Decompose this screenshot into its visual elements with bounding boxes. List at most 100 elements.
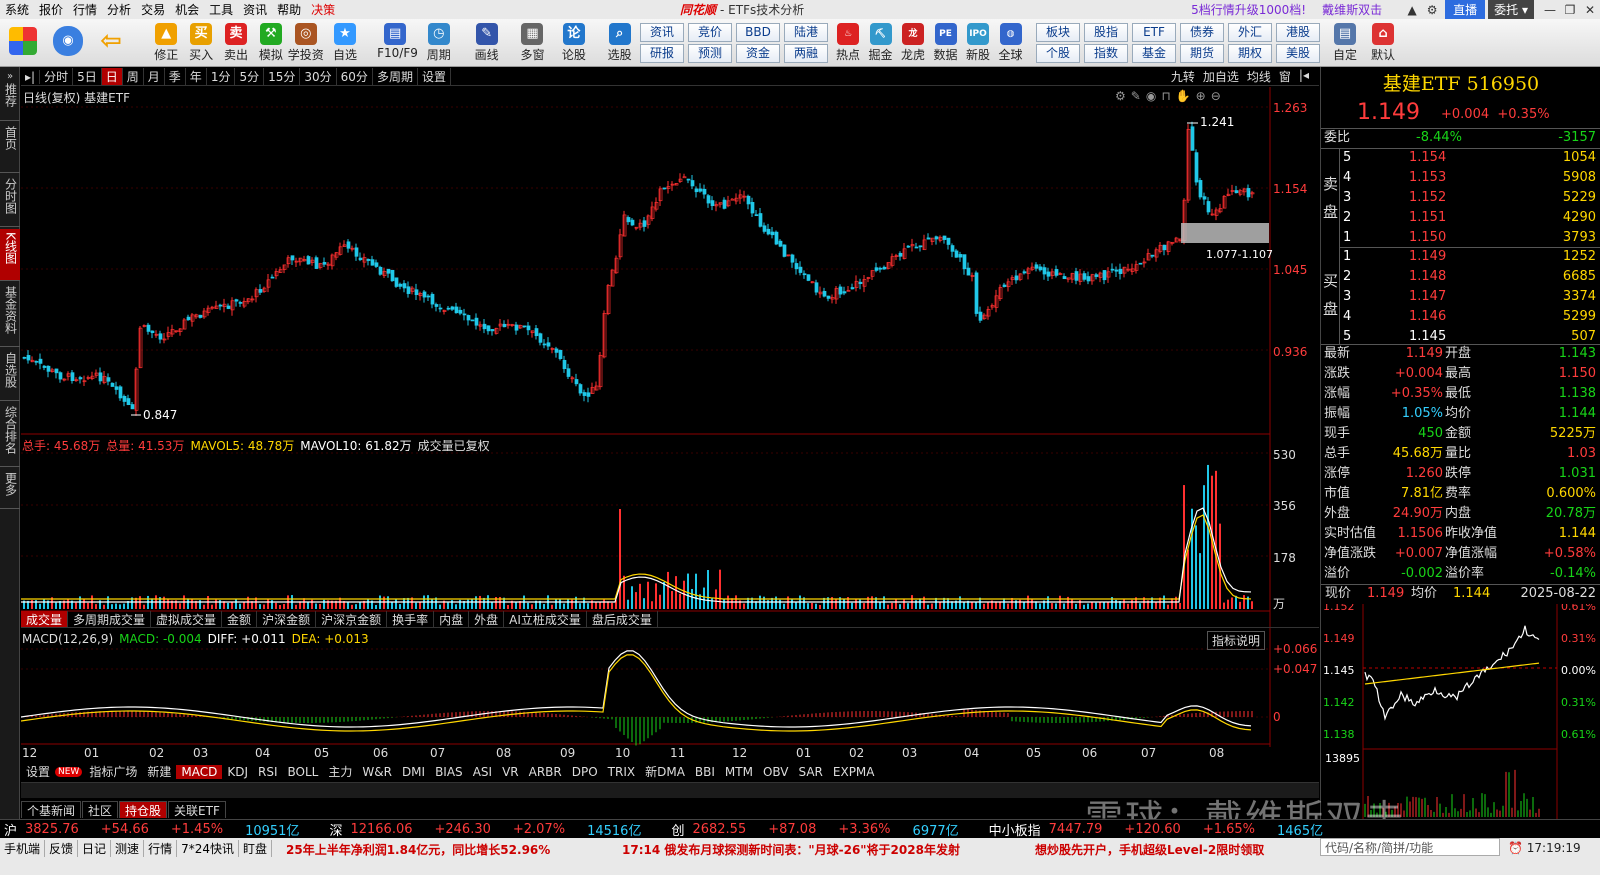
period-0[interactable]: 分时	[40, 68, 74, 85]
bid-price[interactable]: 1.149	[1409, 247, 1446, 267]
grid-btn-us[interactable]: 美股	[1276, 44, 1320, 63]
news-ticker-2[interactable]: 17:14 俄发布月球探测新时间表："月球-26"将于2028年发射	[622, 841, 960, 858]
toolbar-button2-3[interactable]: PE 数据	[930, 23, 962, 65]
status-item-2[interactable]: 日记	[78, 840, 112, 857]
leftnav-more[interactable]: 更多	[0, 469, 20, 509]
indicator-tab-7[interactable]: BIAS	[430, 765, 468, 779]
indicator-tab-4[interactable]: 主力	[323, 763, 357, 780]
create-indicator[interactable]: 新建	[142, 763, 176, 780]
indicator-tab-3[interactable]: BOLL	[283, 765, 324, 779]
menu-quote[interactable]: 报价	[34, 1, 68, 18]
zoom-out-icon[interactable]: ⊖	[1211, 89, 1226, 103]
menu-news[interactable]: 资讯	[238, 1, 272, 18]
leftnav-home[interactable]: 首页	[0, 123, 20, 173]
layout-icon[interactable]	[6, 23, 40, 65]
username[interactable]: 戴维斯双击	[1322, 1, 1382, 18]
back-button[interactable]: ⇦	[96, 23, 126, 65]
menu-decision[interactable]: 决策	[306, 1, 340, 18]
period-12[interactable]: 多周期	[373, 68, 418, 85]
grid-btn-bond[interactable]: 债券	[1180, 23, 1224, 42]
robot-icon[interactable]: ◉	[48, 23, 88, 65]
ask-price[interactable]: 1.154	[1409, 148, 1446, 168]
period-6[interactable]: 年	[186, 68, 207, 85]
toolbar-button-5[interactable]: ★ 自选	[327, 23, 363, 65]
toolbar-button2-1[interactable]: ⛏ 掘金	[865, 23, 897, 65]
grid-btn-news[interactable]: 资讯	[640, 23, 684, 42]
grid-btn-index-futures[interactable]: 股指	[1084, 23, 1128, 42]
indicator-tab-2[interactable]: RSI	[253, 765, 283, 779]
ask-price[interactable]: 1.152	[1409, 188, 1446, 208]
promo-link[interactable]: 5档行情升级1000档!	[1191, 1, 1306, 18]
search-input[interactable]: 代码/名称/简拼/功能	[1320, 838, 1500, 856]
live-button[interactable]: 直播	[1445, 0, 1486, 19]
grid-btn-etf[interactable]: ETF	[1132, 23, 1176, 42]
chart-area[interactable]	[21, 87, 1320, 763]
leftnav-timeshare[interactable]: 分时图	[0, 175, 20, 227]
period-4[interactable]: 月	[144, 68, 165, 85]
maximize-icon[interactable]: ❐	[1563, 3, 1577, 17]
volume-subtab-0[interactable]: 成交量	[21, 611, 69, 627]
leftnav-ranking[interactable]: 综合排名	[0, 403, 20, 467]
collapse-icon[interactable]: ▸|	[21, 69, 41, 84]
toolbar-button2-5[interactable]: ◍ 全球	[995, 23, 1027, 65]
toolbar-button-8[interactable]: ✎ 画线	[469, 23, 505, 65]
period-11[interactable]: 60分	[337, 68, 373, 85]
toolbar-button-6[interactable]: ▤ F10/F9	[377, 23, 418, 65]
grid-btn-research[interactable]: 研报	[640, 44, 684, 63]
bid-price[interactable]: 1.148	[1409, 267, 1446, 287]
status-item-6[interactable]: 盯盘	[239, 840, 272, 857]
indicator-tab-9[interactable]: VR	[497, 765, 524, 779]
toolbar-button-10[interactable]: 论论股	[556, 23, 592, 65]
toolbar-button-4[interactable]: ◎ 学投资	[288, 23, 324, 65]
grid-btn-connect[interactable]: 陆港	[784, 23, 828, 42]
menu-market[interactable]: 行情	[68, 1, 102, 18]
bid-price[interactable]: 1.146	[1409, 307, 1446, 327]
period-3[interactable]: 周	[123, 68, 144, 85]
expand-icon[interactable]: |◂	[1295, 68, 1313, 85]
period-13[interactable]: 设置	[418, 68, 451, 85]
grid-btn-forex[interactable]: 外汇	[1228, 23, 1272, 42]
bid-price[interactable]: 1.147	[1409, 287, 1446, 307]
toolbar-button2-4[interactable]: IPO 新股	[962, 23, 994, 65]
grid-btn-sector[interactable]: 板块	[1036, 23, 1080, 42]
grid-btn-bbd[interactable]: BBD	[736, 23, 780, 42]
volume-subtab-2[interactable]: 虚拟成交量	[151, 611, 223, 627]
toolbar-button2-0[interactable]: ♨ 热点	[832, 23, 864, 65]
leftnav-recommend[interactable]: » 推荐	[0, 67, 20, 121]
indicator-tab-11[interactable]: DPO	[567, 765, 603, 779]
status-item-4[interactable]: 行情	[144, 840, 178, 857]
grid-btn-options[interactable]: 期权	[1228, 44, 1272, 63]
minimize-icon[interactable]: —	[1543, 3, 1557, 17]
grid-btn-index[interactable]: 指数	[1084, 44, 1128, 63]
period-1[interactable]: 5日	[73, 68, 102, 85]
bell-icon[interactable]: ▲	[1405, 3, 1419, 17]
grid-btn-stock[interactable]: 个股	[1036, 44, 1080, 63]
toolbar-button-3[interactable]: ⚒ 模拟	[253, 23, 289, 65]
toolbar-button-1[interactable]: 买买入	[183, 23, 219, 65]
period-9[interactable]: 15分	[264, 68, 301, 85]
indicator-explain-button[interactable]: 指标说明	[1207, 631, 1266, 650]
volume-subtab-6[interactable]: 换手率	[387, 611, 435, 627]
period-2[interactable]: 日	[101, 68, 123, 85]
menu-system[interactable]: 系统	[0, 1, 34, 18]
toolbar-button-2[interactable]: 卖卖出	[218, 23, 254, 65]
menu-tools[interactable]: 工具	[204, 1, 238, 18]
indicator-settings[interactable]: 设置	[21, 763, 55, 780]
gear-icon[interactable]: ⚙	[1425, 3, 1439, 17]
period-10[interactable]: 30分	[300, 68, 337, 85]
volume-subtab-10[interactable]: 盘后成交量	[587, 611, 658, 627]
toolbar-button2-2[interactable]: 龙龙虎	[897, 23, 929, 65]
indicator-square[interactable]: 指标广场	[84, 763, 142, 780]
ask-price[interactable]: 1.151	[1409, 208, 1446, 228]
close-icon[interactable]: ✕	[1583, 3, 1597, 17]
nine-turn-button[interactable]: 九转	[1167, 68, 1199, 85]
indicator-tab-16[interactable]: OBV	[758, 765, 794, 779]
indicator-tab-14[interactable]: BBI	[690, 765, 720, 779]
intraday-chart[interactable]: 1.152 0.61% 1.149 0.31% 1.145 0.00% 1.142 0.31%…	[1321, 604, 1600, 819]
status-item-1[interactable]: 反馈	[45, 840, 79, 857]
bottom-tab-0[interactable]: 个基新闻	[21, 801, 82, 818]
indicator-tab-15[interactable]: MTM	[720, 765, 758, 779]
volume-subtab-4[interactable]: 沪深金额	[257, 611, 317, 627]
news-ticker-1[interactable]: 25年上半年净利润1.84亿元，同比增长52.96%	[286, 841, 550, 858]
period-7[interactable]: 1分	[207, 68, 236, 85]
